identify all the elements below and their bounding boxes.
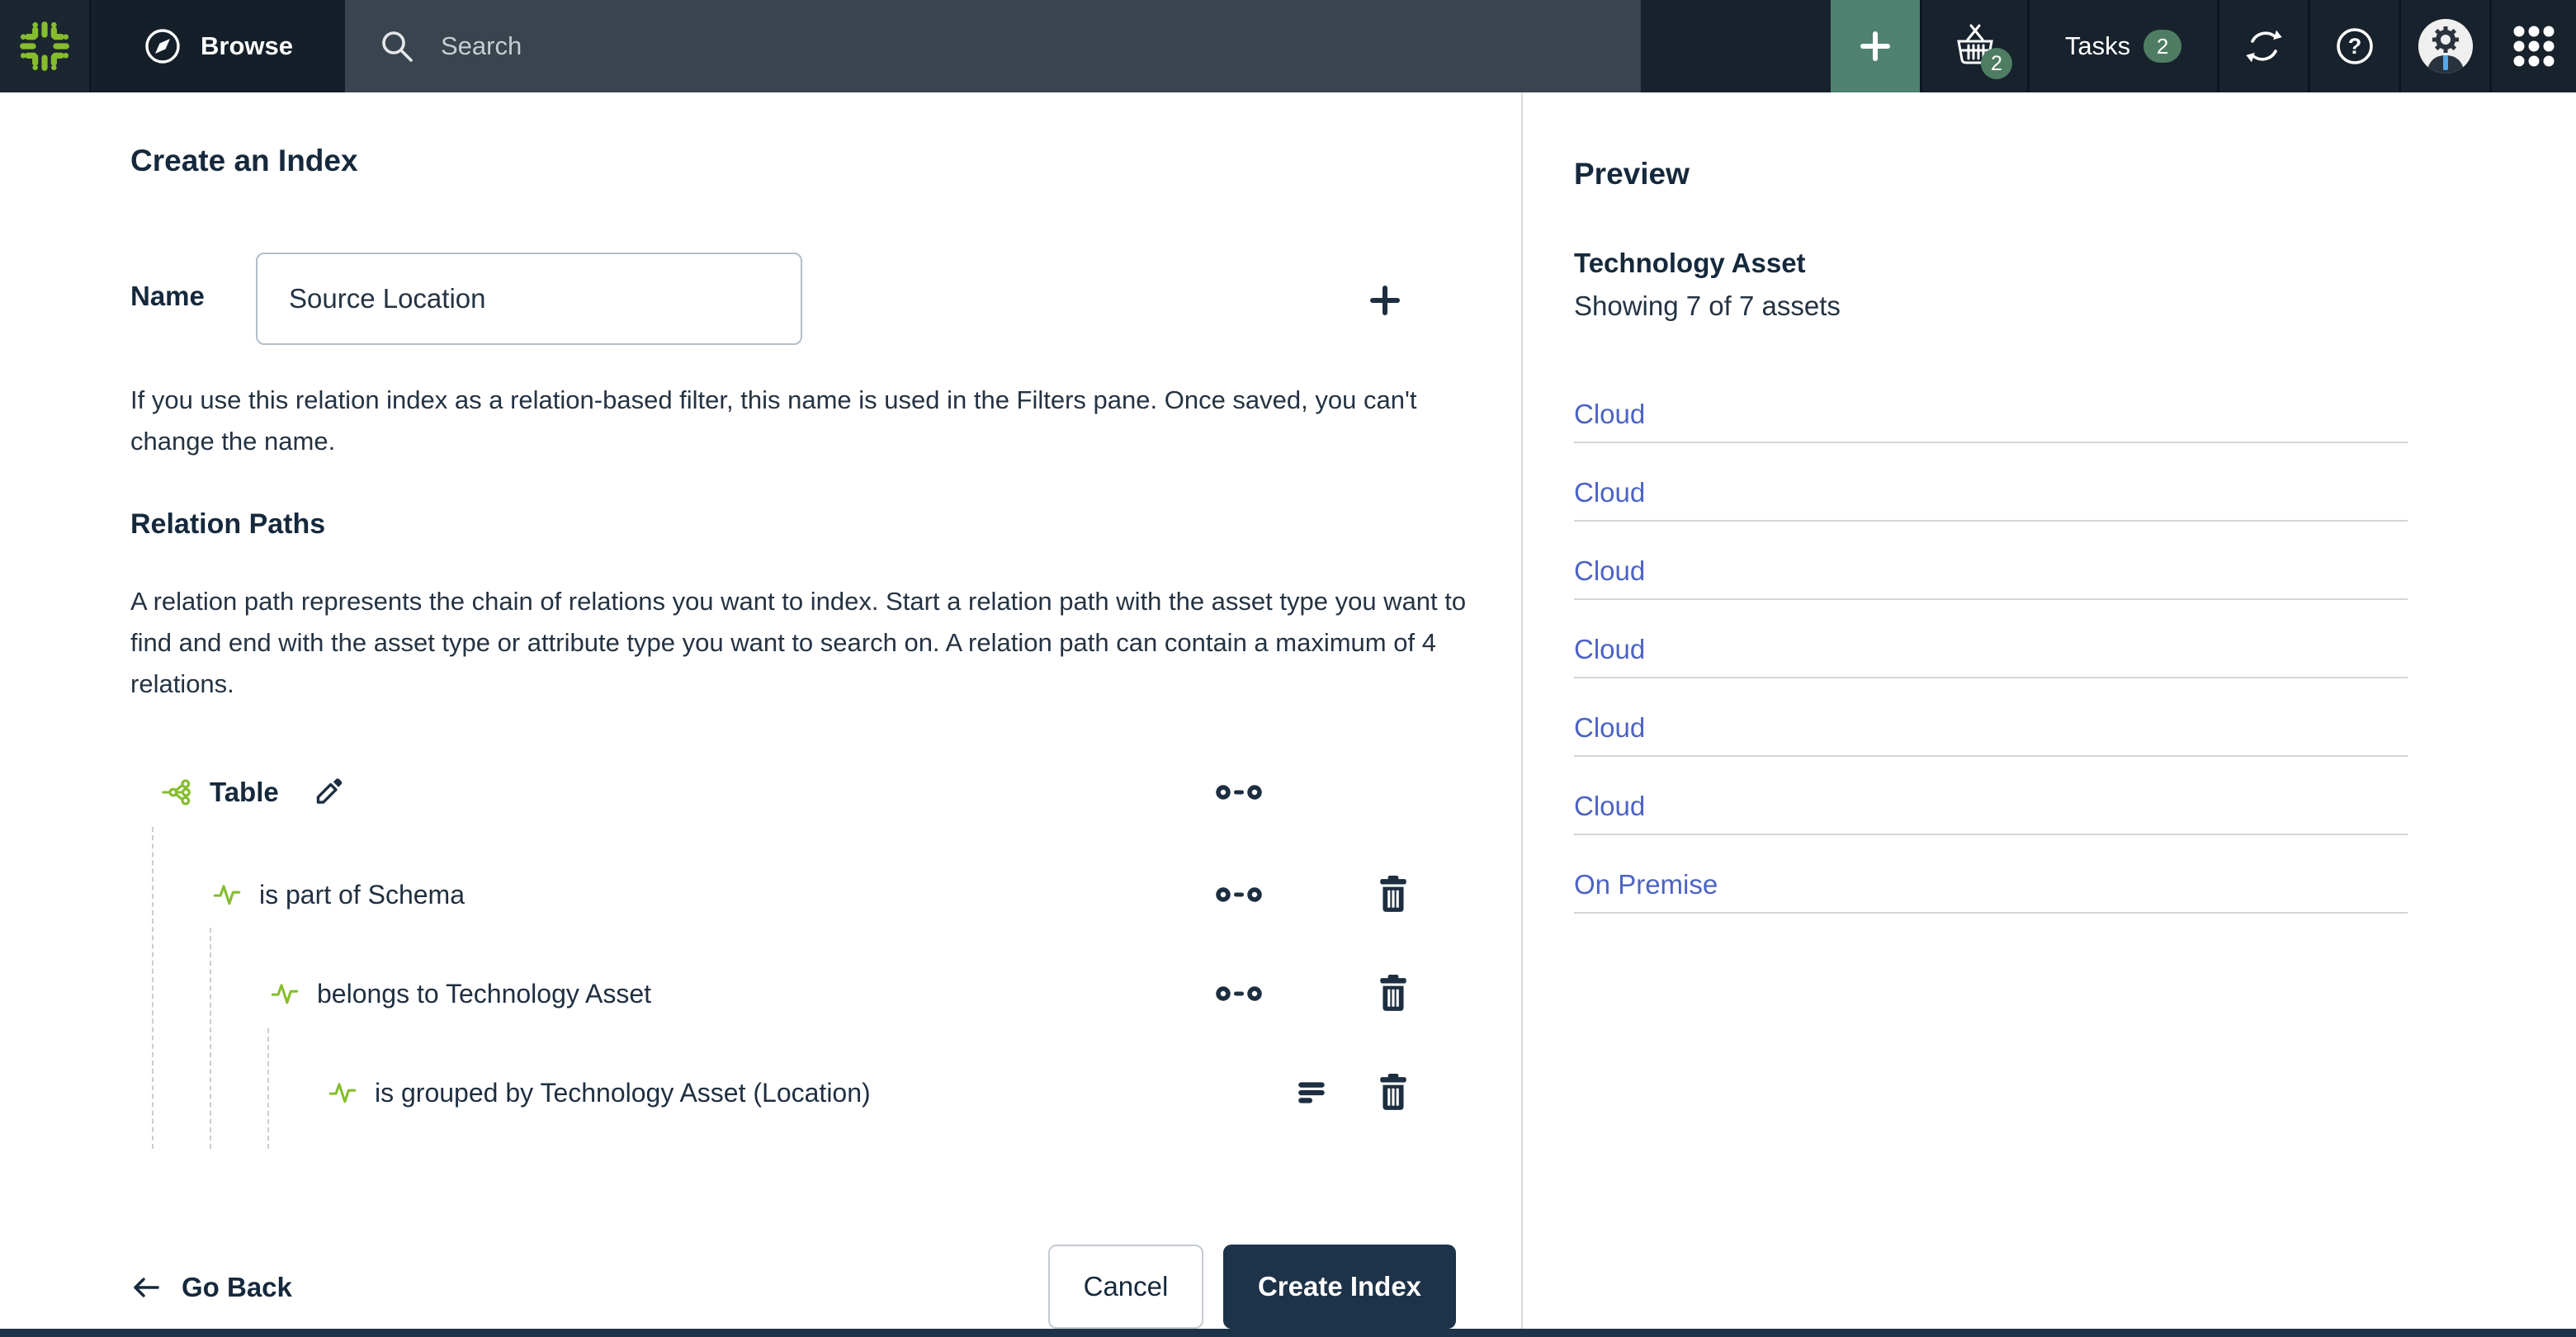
edit-root-asset-button[interactable] [310,775,345,810]
delete-relation-button[interactable] [1373,876,1413,914]
tasks-nav-item[interactable]: Tasks 2 [2027,0,2217,92]
asset-link[interactable]: Cloud [1574,555,1645,587]
relation-nodes-icon [1215,780,1263,805]
asset-link[interactable]: Cloud [1574,477,1645,508]
search-input[interactable] [441,31,1431,61]
page-content: Create an Index Name If you use this rel… [0,92,2576,1329]
trash-icon [1376,975,1411,1013]
root-asset-row: Table [130,766,1525,819]
application-window: Browse Search 2 Tasks 2 ? Create an Inde… [0,0,2576,1337]
plus-icon [1855,26,1896,67]
tasks-label: Tasks [2064,31,2131,60]
name-help-text: If you use this relation index as a rela… [130,385,1417,456]
help-button[interactable]: ? [2308,0,2399,92]
preview-showing-count: Showing 7 of 7 assets [1574,291,1841,321]
relation-type-button[interactable] [1214,981,1264,1006]
relation-label: belongs to Technology Asset [317,978,652,1009]
preview-panel: Preview Technology Asset Showing 7 of 7 … [1524,92,2576,1329]
add-relation-path-button[interactable] [1360,276,1410,325]
basket-count-badge: 2 [1981,48,2012,79]
delete-relation-button[interactable] [1373,975,1413,1013]
preview-asset-list: Cloud Cloud Cloud Cloud Cloud Cloud On P… [1574,365,2408,914]
attribute-type-button[interactable] [1294,1080,1331,1106]
relation-activity-icon [271,980,299,1008]
avatar [2418,19,2473,73]
compass-icon [143,26,182,66]
relation-row: belongs to Technology Asset [130,967,1525,1020]
grid-dots-icon [2512,24,2556,69]
relation-path-tree: Table is part of Schema belongs to Techn… [130,744,1525,1165]
relation-label: is part of Schema [259,879,465,909]
go-back-label: Go Back [182,1272,292,1302]
list-item: Cloud [1574,443,2408,522]
list-item: Cloud [1574,365,2408,443]
list-item: On Premise [1574,835,2408,914]
app-grid-button[interactable] [2489,0,2576,92]
create-button[interactable] [1831,0,1920,92]
relation-paths-title: Relation Paths [130,508,326,540]
top-navigation-bar: Browse Search 2 Tasks 2 ? [0,0,2576,92]
relation-nodes-icon [1215,981,1263,1006]
arrow-left-icon [130,1274,162,1301]
sync-arrows-icon [2242,24,2286,69]
create-index-form: Create an Index Name If you use this rel… [0,92,1523,1329]
relation-paths-description: A relation path represents the chain of … [130,587,1467,698]
tasks-count-badge: 2 [2144,30,2182,63]
question-circle-icon: ? [2333,25,2376,68]
pencil-icon [310,775,345,810]
asset-relation-node-icon [162,777,191,807]
sync-button[interactable] [2217,0,2308,92]
relation-row: is grouped by Technology Asset (Location… [130,1066,1525,1119]
preview-asset-type: Technology Asset [1574,248,1806,278]
index-name-input[interactable] [256,253,802,345]
list-item: Cloud [1574,600,2408,678]
cancel-button[interactable]: Cancel [1048,1245,1203,1329]
trash-icon [1376,876,1411,914]
create-index-button[interactable]: Create Index [1223,1245,1456,1329]
list-item: Cloud [1574,757,2408,835]
asset-link[interactable]: Cloud [1574,634,1645,665]
shopping-basket-button[interactable]: 2 [1920,0,2027,92]
browse-label: Browse [201,31,293,60]
relation-activity-icon [328,1079,357,1107]
root-asset-label: Table [210,777,279,807]
app-logo-button[interactable] [0,0,91,92]
attribute-lines-icon [1295,1080,1330,1106]
relation-label: is grouped by Technology Asset (Location… [375,1077,871,1108]
asset-link[interactable]: Cloud [1574,712,1645,744]
user-menu-button[interactable] [2399,0,2489,92]
global-search-bar[interactable] [345,0,1641,92]
trash-icon [1376,1074,1411,1112]
relation-type-button[interactable] [1214,780,1264,805]
list-item: Cloud [1574,522,2408,600]
list-item: Cloud [1574,678,2408,757]
search-icon [378,27,416,65]
browse-nav-item[interactable]: Browse [91,0,345,92]
preview-title: Preview [1574,157,1690,191]
topbar-spacer [1641,0,1831,92]
relation-nodes-icon [1215,882,1263,907]
plus-icon [1364,279,1406,322]
svg-text:?: ? [2347,34,2361,59]
collibra-logo-icon [17,19,72,73]
asset-link[interactable]: Cloud [1574,399,1645,430]
name-label: Name [130,281,205,311]
relation-row: is part of Schema [130,868,1525,921]
relation-type-button[interactable] [1214,882,1264,907]
delete-relation-button[interactable] [1373,1074,1413,1112]
relation-activity-icon [213,881,241,909]
page-title: Create an Index [130,144,358,177]
go-back-button[interactable]: Go Back [130,1246,292,1329]
asset-link[interactable]: Cloud [1574,791,1645,822]
asset-link[interactable]: On Premise [1574,869,1718,900]
bottom-window-edge [0,1329,2576,1337]
